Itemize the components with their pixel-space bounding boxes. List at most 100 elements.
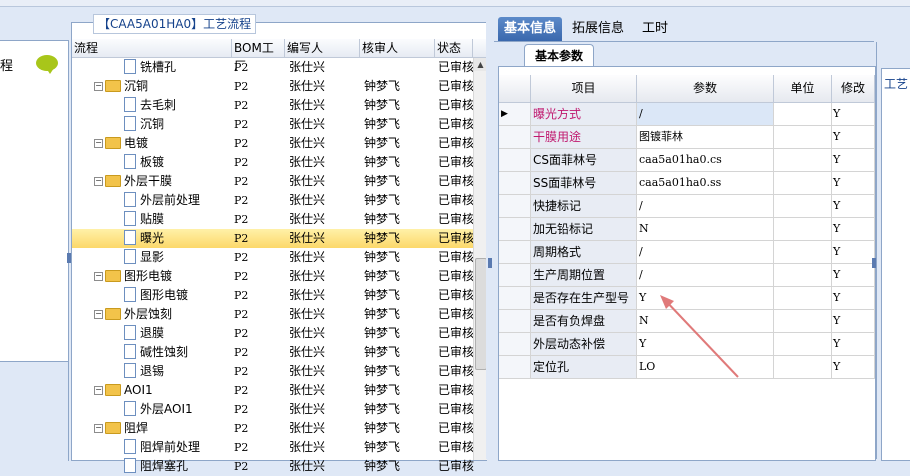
tree-row[interactable]: − 外层蚀刻 P2 张仕兴 钟梦飞 已审核 [72, 305, 486, 324]
row-indicator[interactable] [499, 287, 531, 309]
tree-node[interactable]: 阻焊塞孔 [124, 457, 232, 476]
grid-unit-cell[interactable] [774, 356, 832, 378]
grid-modify-cell[interactable]: Y [832, 195, 875, 217]
tree-row[interactable]: 退膜 P2 张仕兴 钟梦飞 已审核 [72, 324, 486, 343]
tree-node[interactable]: − 外层蚀刻 [94, 305, 232, 324]
tree-node[interactable]: − 沉铜 [94, 77, 232, 96]
grid-row[interactable]: 加无铅标记 N Y [499, 218, 875, 241]
tree-row[interactable]: 板镀 P2 张仕兴 钟梦飞 已审核 [72, 153, 486, 172]
tab-hours[interactable]: 工时 [636, 17, 674, 41]
tree-node[interactable]: − 图形电镀 [94, 267, 232, 286]
tree-row[interactable]: 碱性蚀刻 P2 张仕兴 钟梦飞 已审核 [72, 343, 486, 362]
tab-basic-info[interactable]: 基本信息 [498, 17, 563, 41]
tree-node[interactable]: 板镀 [124, 153, 232, 172]
collapse-right-handle[interactable] [872, 258, 876, 268]
grid-row[interactable]: 周期格式 / Y [499, 241, 875, 264]
grid-col-item[interactable]: 项目 [531, 75, 637, 102]
collapse-node-icon[interactable]: − [94, 424, 103, 433]
tree-row[interactable]: 外层前处理 P2 张仕兴 钟梦飞 已审核 [72, 191, 486, 210]
grid-col-unit[interactable]: 单位 [774, 75, 832, 102]
tree-scrollbar[interactable]: ▲ [473, 58, 487, 460]
col-header-bom[interactable]: BOM工厂 [232, 39, 285, 73]
grid-unit-cell[interactable] [774, 241, 832, 263]
grid-unit-cell[interactable] [774, 287, 832, 309]
grid-modify-cell[interactable]: Y [832, 356, 875, 378]
grid-modify-cell[interactable]: Y [832, 172, 875, 194]
grid-row[interactable]: 干膜用途 图镀菲林 Y [499, 126, 875, 149]
row-indicator[interactable] [499, 172, 531, 194]
grid-param-cell[interactable]: caa5a01ha0.cs [637, 149, 774, 171]
grid-unit-cell[interactable] [774, 264, 832, 286]
tree-node[interactable]: 铣槽孔 [124, 58, 232, 77]
row-indicator[interactable] [499, 126, 531, 148]
grid-modify-cell[interactable]: Y [832, 218, 875, 240]
tree-node[interactable]: 外层AOI1 [124, 400, 232, 419]
tree-node[interactable]: 阻焊前处理 [124, 438, 232, 457]
collapse-node-icon[interactable]: − [94, 272, 103, 281]
row-indicator[interactable] [499, 149, 531, 171]
tree-row[interactable]: 显影 P2 张仕兴 钟梦飞 已审核 [72, 248, 486, 267]
subtab-basic-params[interactable]: 基本参数 [524, 44, 595, 67]
row-indicator[interactable] [499, 310, 531, 332]
grid-param-cell[interactable]: / [637, 241, 774, 263]
grid-col-modify[interactable]: 修改 [832, 75, 875, 102]
grid-modify-cell[interactable]: Y [832, 241, 875, 263]
grid-param-cell[interactable]: 图镀菲林 [637, 126, 774, 148]
grid-param-cell[interactable]: / [637, 103, 774, 125]
col-header-flow[interactable]: 流程 [72, 39, 232, 57]
grid-modify-cell[interactable]: Y [832, 287, 875, 309]
tree-node[interactable]: 退锡 [124, 362, 232, 381]
tree-row[interactable]: − 图形电镀 P2 张仕兴 钟梦飞 已审核 [72, 267, 486, 286]
grid-row[interactable]: ▶ 曝光方式 / Y [499, 103, 875, 126]
tree-node[interactable]: 沉铜 [124, 115, 232, 134]
splitter-handle-icon[interactable] [488, 258, 492, 268]
tree-node[interactable]: 外层前处理 [124, 191, 232, 210]
tree-row[interactable]: − 阻焊 P2 张仕兴 钟梦飞 已审核 [72, 419, 486, 438]
tree-row[interactable]: 退锡 P2 张仕兴 钟梦飞 已审核 [72, 362, 486, 381]
grid-param-cell[interactable]: / [637, 264, 774, 286]
row-indicator[interactable] [499, 218, 531, 240]
grid-modify-cell[interactable]: Y [832, 126, 875, 148]
collapse-node-icon[interactable]: − [94, 386, 103, 395]
grid-row[interactable]: CS面菲林号 caa5a01ha0.cs Y [499, 149, 875, 172]
row-indicator[interactable] [499, 356, 531, 378]
grid-row[interactable]: SS面菲林号 caa5a01ha0.ss Y [499, 172, 875, 195]
tree-node[interactable]: 去毛刺 [124, 96, 232, 115]
tree-row[interactable]: 沉铜 P2 张仕兴 钟梦飞 已审核 [72, 115, 486, 134]
grid-col-param[interactable]: 参数 [637, 75, 774, 102]
col-header-reviewer[interactable]: 核审人 [360, 39, 435, 57]
tree-node[interactable]: 图形电镀 [124, 286, 232, 305]
tree-node[interactable]: 曝光 [124, 229, 232, 248]
grid-unit-cell[interactable] [774, 195, 832, 217]
grid-modify-cell[interactable]: Y [832, 103, 875, 125]
row-indicator[interactable] [499, 333, 531, 355]
tree-row[interactable]: − 电镀 P2 张仕兴 钟梦飞 已审核 [72, 134, 486, 153]
grid-row[interactable]: 快捷标记 / Y [499, 195, 875, 218]
tree-row[interactable]: 阻焊塞孔 P2 张仕兴 钟梦飞 已审核 [72, 457, 486, 476]
tree-node[interactable]: − AOI1 [94, 381, 232, 400]
tree-row[interactable]: − AOI1 P2 张仕兴 钟梦飞 已审核 [72, 381, 486, 400]
tree-row[interactable]: 图形电镀 P2 张仕兴 钟梦飞 已审核 [72, 286, 486, 305]
chat-bubble-icon[interactable] [36, 55, 58, 74]
tab-extended-info[interactable]: 拓展信息 [566, 17, 630, 41]
tree-node[interactable]: 碱性蚀刻 [124, 343, 232, 362]
tree-node[interactable]: 显影 [124, 248, 232, 267]
collapse-node-icon[interactable]: − [94, 310, 103, 319]
collapse-node-icon[interactable]: − [94, 177, 103, 186]
grid-param-cell[interactable]: N [637, 218, 774, 240]
row-indicator[interactable] [499, 264, 531, 286]
collapse-node-icon[interactable]: − [94, 139, 103, 148]
grid-unit-cell[interactable] [774, 333, 832, 355]
grid-row[interactable]: 生产周期位置 / Y [499, 264, 875, 287]
tree-row[interactable]: 阻焊前处理 P2 张仕兴 钟梦飞 已审核 [72, 438, 486, 457]
grid-modify-cell[interactable]: Y [832, 264, 875, 286]
tree-row[interactable]: 去毛刺 P2 张仕兴 钟梦飞 已审核 [72, 96, 486, 115]
grid-unit-cell[interactable] [774, 172, 832, 194]
tree-row[interactable]: − 沉铜 P2 张仕兴 钟梦飞 已审核 [72, 77, 486, 96]
splitter[interactable] [486, 22, 494, 459]
grid-modify-cell[interactable]: Y [832, 333, 875, 355]
grid-param-cell[interactable]: / [637, 195, 774, 217]
row-indicator[interactable] [499, 241, 531, 263]
grid-modify-cell[interactable]: Y [832, 149, 875, 171]
col-header-writer[interactable]: 编写人 [285, 39, 360, 57]
